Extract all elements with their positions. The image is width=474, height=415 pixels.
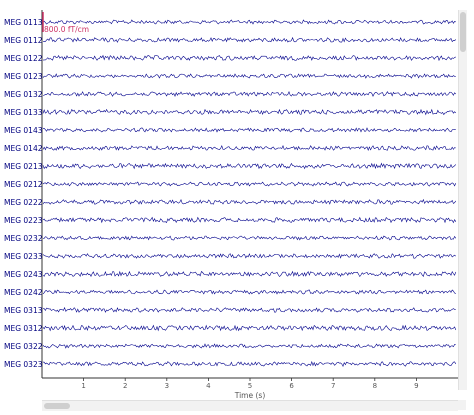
plot-canvas[interactable]: MEG 0113 MEG 0112 MEG 0122 MEG 0123 MEG 0132… bbox=[0, 0, 474, 415]
channel-label[interactable]: MEG 0322 bbox=[4, 342, 43, 351]
channel-trace[interactable] bbox=[42, 90, 457, 97]
channel-label[interactable]: MEG 0242 bbox=[4, 288, 43, 297]
x-tick-label: 7 bbox=[331, 382, 335, 390]
channel-label[interactable]: MEG 0112 bbox=[4, 36, 43, 45]
channel-label[interactable]: MEG 0212 bbox=[4, 180, 43, 189]
channel-label[interactable]: MEG 0222 bbox=[4, 198, 43, 207]
channel-label[interactable]: MEG 0232 bbox=[4, 234, 43, 243]
channel-label[interactable]: MEG 0223 bbox=[4, 216, 43, 225]
x-tick-label: 5 bbox=[248, 382, 252, 390]
channel-trace[interactable] bbox=[42, 127, 456, 133]
channel-trace[interactable] bbox=[42, 73, 456, 79]
channel-trace[interactable] bbox=[42, 324, 457, 332]
channel-label[interactable]: MEG 0142 bbox=[4, 144, 43, 153]
channel-label[interactable]: MEG 0313 bbox=[4, 306, 43, 315]
x-tick-label: 6 bbox=[289, 382, 294, 390]
x-axis-label: Time (s) bbox=[234, 391, 266, 400]
channel-label[interactable]: MEG 0213 bbox=[4, 162, 43, 171]
channel-trace[interactable] bbox=[42, 198, 457, 205]
raw-data-browser: MEG 0113 MEG 0112 MEG 0122 MEG 0123 MEG 0132… bbox=[0, 0, 474, 415]
channel-trace[interactable] bbox=[42, 216, 457, 224]
x-tick-label: 2 bbox=[123, 382, 127, 390]
horizontal-scrollbar[interactable] bbox=[42, 400, 458, 411]
channel-label[interactable]: MEG 0132 bbox=[4, 90, 43, 99]
channel-trace[interactable] bbox=[42, 36, 457, 43]
channel-trace[interactable] bbox=[42, 270, 457, 278]
horizontal-scroll-thumb[interactable] bbox=[44, 403, 70, 409]
channel-label[interactable]: MEG 0122 bbox=[4, 54, 43, 63]
channel-trace[interactable] bbox=[42, 145, 456, 151]
vertical-scrollbar[interactable] bbox=[458, 10, 467, 390]
channel-label[interactable]: MEG 0323 bbox=[4, 360, 43, 369]
channel-label[interactable]: MEG 0133 bbox=[4, 108, 43, 117]
x-tick-label: 8 bbox=[373, 382, 377, 390]
channel-label[interactable]: MEG 0113 bbox=[4, 18, 43, 27]
x-tick-label: 3 bbox=[165, 382, 169, 390]
scale-bar-label: 800.0 fT/cm bbox=[44, 25, 89, 34]
channel-trace[interactable] bbox=[42, 306, 456, 313]
channel-label[interactable]: MEG 0243 bbox=[4, 270, 43, 279]
channel-trace[interactable] bbox=[42, 253, 456, 259]
channel-label[interactable]: MEG 0233 bbox=[4, 252, 43, 261]
channel-trace[interactable] bbox=[42, 235, 457, 241]
x-tick-label: 9 bbox=[414, 382, 418, 390]
channel-label[interactable]: MEG 0123 bbox=[4, 72, 43, 81]
channel-trace[interactable] bbox=[42, 343, 456, 349]
channel-trace[interactable] bbox=[42, 162, 457, 170]
channel-trace[interactable] bbox=[42, 19, 456, 25]
channel-trace[interactable] bbox=[42, 289, 456, 295]
channel-trace[interactable] bbox=[42, 360, 457, 368]
channel-trace[interactable] bbox=[42, 108, 457, 116]
channel-trace[interactable] bbox=[42, 54, 456, 62]
channel-label[interactable]: MEG 0143 bbox=[4, 126, 43, 135]
channel-label[interactable]: MEG 0312 bbox=[4, 324, 43, 333]
x-tick-label: 4 bbox=[206, 382, 211, 390]
x-tick-label: 1 bbox=[81, 382, 85, 390]
vertical-scroll-thumb[interactable] bbox=[460, 12, 466, 52]
scrollbar-corner bbox=[458, 400, 466, 410]
channel-trace[interactable] bbox=[42, 181, 457, 187]
